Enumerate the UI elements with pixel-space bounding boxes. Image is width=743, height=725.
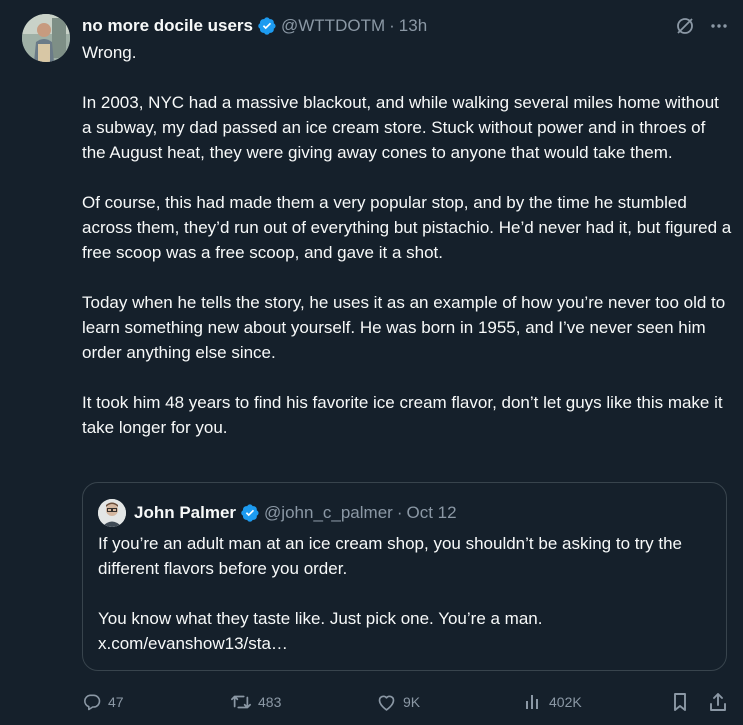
more-icon[interactable] xyxy=(709,16,729,36)
tweet-timestamp[interactable]: 13h xyxy=(399,16,427,36)
quoted-tweet[interactable]: John Palmer @john_c_palmer · Oct 12 If y… xyxy=(82,482,727,671)
reply-count: 47 xyxy=(108,694,124,710)
repost-button[interactable]: 483 xyxy=(230,688,281,716)
quoted-tweet-text: If you’re an adult man at an ice cream s… xyxy=(98,531,708,656)
author-display-name[interactable]: no more docile users xyxy=(82,16,253,36)
quoted-tweet-date[interactable]: Oct 12 xyxy=(407,503,457,523)
bookmark-icon xyxy=(674,693,686,711)
tweet-paragraph: It took him 48 years to find his favorit… xyxy=(82,393,723,437)
tweet-paragraph: Of course, this had made them a very pop… xyxy=(82,193,732,262)
reply-button[interactable]: 47 xyxy=(82,688,124,716)
quoted-author-handle[interactable]: @john_c_palmer xyxy=(264,503,393,523)
share-icon xyxy=(710,693,726,711)
tweet-header: no more docile users @WTTDOTM · 13h xyxy=(82,14,427,38)
quoted-tweet-paragraph: You know what they taste like. Just pick… xyxy=(98,609,543,653)
grok-icon[interactable] xyxy=(675,16,695,36)
like-count: 9K xyxy=(403,694,421,710)
tweet-paragraph: Today when he tells the story, he uses i… xyxy=(82,293,726,362)
reply-icon xyxy=(84,694,101,711)
tweet-top-actions xyxy=(675,16,729,36)
tweet-action-bar: 47 483 9K 402K xyxy=(82,688,732,716)
quoted-author-avatar[interactable] xyxy=(98,499,126,527)
verified-badge-icon xyxy=(258,17,276,35)
share-button[interactable] xyxy=(708,688,734,716)
verified-badge-icon xyxy=(241,504,259,522)
views-button[interactable]: 402K xyxy=(523,688,582,716)
view-count: 402K xyxy=(549,694,582,710)
quoted-tweet-header: John Palmer @john_c_palmer · Oct 12 xyxy=(98,499,457,527)
tweet-paragraph: In 2003, NYC had a massive blackout, and… xyxy=(82,93,719,162)
like-button[interactable]: 9K xyxy=(376,688,420,716)
views-icon xyxy=(526,695,538,709)
tweet-text: Wrong. In 2003, NYC had a massive blacko… xyxy=(82,40,732,440)
header-separator: · xyxy=(389,16,395,35)
repost-icon xyxy=(231,695,251,709)
like-icon xyxy=(378,695,395,711)
repost-count: 483 xyxy=(258,694,282,710)
author-handle[interactable]: @WTTDOTM xyxy=(281,16,385,36)
tweet-paragraph: Wrong. xyxy=(82,43,137,62)
author-avatar[interactable] xyxy=(22,14,70,62)
bookmark-button[interactable] xyxy=(670,688,696,716)
quoted-header-separator: · xyxy=(396,503,403,522)
quoted-tweet-paragraph: If you’re an adult man at an ice cream s… xyxy=(98,534,683,578)
quoted-author-display-name[interactable]: John Palmer xyxy=(134,503,236,523)
